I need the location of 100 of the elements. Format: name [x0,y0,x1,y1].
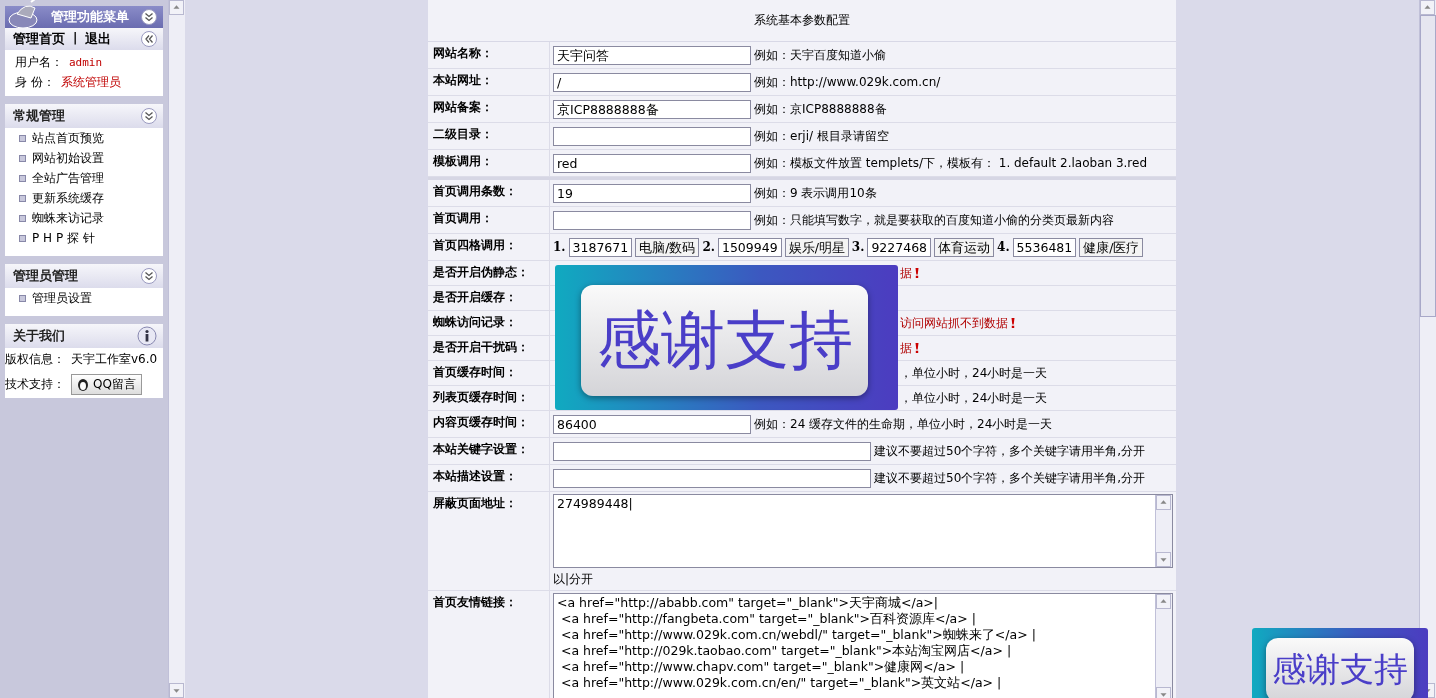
bullet-icon [19,154,26,162]
hint-text: 例如：24 缓存文件的生命期，单位小时，24小时是一天 [754,415,1053,433]
thanks-popup[interactable]: 感谢支持 [1252,628,1428,698]
text-input[interactable]: 京ICP8888888备 [553,99,751,119]
bullet-icon [19,134,26,142]
scroll-up-icon[interactable] [169,0,184,15]
category-name-input[interactable]: 娱乐/明星 [784,237,849,257]
form-title: 系统基本参数配置 [754,12,850,29]
field-label: 身 份： [15,73,55,91]
field-label: 版权信息： [5,350,65,368]
text-input[interactable] [553,210,751,230]
hint-text: 建议不要超过50个字符，多个关键字请用半角,分开 [874,442,1146,460]
text-input[interactable]: 19 [553,183,751,203]
menu-item[interactable]: 全站广告管理 [32,169,104,187]
field-label: 蜘蛛访问记录： [433,315,517,329]
scroll-down-icon[interactable] [1156,552,1171,567]
hint-text: 访问网站抓不到数据 [900,314,1008,332]
scroll-down-icon[interactable] [1156,687,1171,698]
section-title: 关于我们 [13,327,65,345]
field-value: 系统管理员 [60,73,121,91]
field-label: 本站网址： [433,73,493,87]
field-label: 内容页缓存时间： [433,415,529,429]
menu-title: 管理功能菜单 [51,8,129,26]
bullet-icon [19,174,26,182]
field-label: 本站关键字设置： [433,442,529,456]
scroll-up-icon[interactable] [1156,495,1171,510]
info-icon [137,326,157,346]
hint-text: 建议不要超过50个字符，多个关键字请用半角,分开 [874,469,1146,487]
scrollbar[interactable] [1419,0,1436,698]
category-id-input[interactable]: 1509949 [717,237,782,257]
field-label: 首页四格调用： [433,238,517,252]
field-label: 是否开启干扰码： [433,340,529,354]
text-area[interactable]: 274989448| [553,494,1173,568]
text-input[interactable]: / [553,72,751,92]
menu-item[interactable]: 更新系统缓存 [32,189,104,207]
category-id-input[interactable]: 9227468 [867,237,932,257]
section-title: 管理员管理 [13,267,78,285]
exclamation-icon [1011,318,1015,328]
hint-text: ，单位小时，24小时是一天 [900,389,1048,407]
menu-item[interactable]: 蜘蛛来访记录 [32,209,104,227]
scrollbar[interactable] [1155,495,1172,567]
menu-item[interactable]: 网站初始设置 [32,149,104,167]
field-label: 本站描述设置： [433,469,517,483]
scrollbar[interactable] [168,0,185,698]
field-label: 技术支持： [5,375,65,393]
bullet-icon [19,194,26,202]
section-title: 常规管理 [13,107,65,125]
exclamation-icon [915,343,919,353]
bullet-icon [19,234,26,242]
field-value: admin [69,55,103,69]
bullet-icon [19,214,26,222]
text-input[interactable]: red [553,153,751,173]
text-input[interactable] [553,126,751,146]
bullet-icon [19,294,26,302]
slot-number: 1. [553,240,566,254]
field-label: 模板调用： [433,154,493,168]
menu-item[interactable]: 站点首页预览 [32,129,104,147]
field-label: 用户名： [15,53,63,71]
field-label: 网站备案： [433,100,493,114]
category-name-input[interactable]: 体育运动 [934,237,995,257]
text-input[interactable]: 86400 [553,414,751,434]
logout-link[interactable]: 退出 [85,30,112,48]
text-area[interactable]: <a href="http://ababb.com" target="_blank">天宇商城</a>| <a href="http://fangbeta.com" target="_blank">百科资源库</a> | <a href="http://www.029k.com.cn/webdl/" target="_blank">蜘蛛来了</a> | <a href="http://029k.taobao.com" target="_blank">本站淘宝网店</a> | <a href="http://www.chapv.com" target="_blank">健康网</a> | <a href="http://www.029k.com.cn/en/" target="_blank">英文站</a> | [553,593,1173,698]
category-id-input[interactable]: 5536481 [1012,237,1077,257]
thanks-popup[interactable]: 感谢支持 [555,265,898,410]
menu-item[interactable]: P H P 探 针 [32,229,95,247]
scroll-down-icon[interactable] [169,683,184,698]
collapse-icon[interactable] [141,108,157,124]
menu-item[interactable]: 管理员设置 [32,289,92,307]
field-value: 天宇工作室v6.0 [71,350,158,368]
field-label: 首页缓存时间： [433,365,517,379]
hint-text: 例如：http://www.029k.com.cn/ [754,73,941,91]
hint-text: 例如：只能填写数字，就是要获取的百度知道小偷的分类页最新内容 [754,211,1114,229]
field-label: 网站名称： [433,46,493,60]
text-input[interactable]: 天宇问答 [553,45,751,65]
qq-message-button[interactable]: QQ留言 [71,373,142,395]
field-label: 屏蔽页面地址： [433,496,517,510]
exclamation-icon [915,268,919,278]
collapse-icon[interactable] [141,9,157,25]
slot-number: 2. [702,240,715,254]
hint-text: 据 [900,339,912,357]
field-label: 首页友情链接： [433,595,517,609]
text-input[interactable] [553,468,871,488]
field-label: 列表页缓存时间： [433,390,529,404]
category-id-input[interactable]: 3187671 [568,237,633,257]
text-input[interactable] [553,441,871,461]
category-name-input[interactable]: 电脑/数码 [635,237,700,257]
collapse-icon[interactable] [141,268,157,284]
hint-text: 例如：erji/ 根目录请留空 [754,127,889,145]
home-link[interactable]: 管理首页 [13,30,65,48]
slot-number: 4. [997,240,1010,254]
scroll-up-icon[interactable] [1420,0,1435,15]
category-name-input[interactable]: 健康/医疗 [1079,237,1144,257]
scrollbar[interactable] [1155,594,1172,698]
collapse-icon[interactable] [141,31,157,47]
field-label: 二级目录： [433,127,493,141]
slot-number: 3. [851,240,865,254]
scroll-up-icon[interactable] [1156,594,1171,609]
hint-text: 例如：天宇百度知道小偷 [754,46,886,64]
hint-text: 例如：模板文件放置 templets/下，模板有： 1. default 2.laoban 3.red [754,154,1148,172]
